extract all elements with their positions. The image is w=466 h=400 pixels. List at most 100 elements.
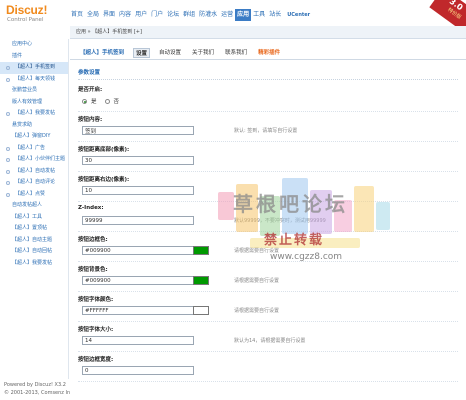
topnav-item[interactable]: 全局	[85, 9, 101, 21]
sidebar-item[interactable]: 版人有效管理	[0, 97, 68, 109]
sidebar-item-label: 【超人】我要发帖	[12, 259, 53, 266]
copyright: © 2001-2013, Comsenz Inc.	[4, 390, 75, 396]
field-label: 按钮内容:	[78, 117, 103, 123]
sidebar-item-label: 【超人】小伙伴们主题	[15, 156, 66, 162]
sidebar-item[interactable]: 插件	[0, 51, 68, 63]
field-input[interactable]	[82, 156, 194, 165]
field-row	[78, 156, 458, 166]
tab[interactable]: 关于我们	[190, 48, 216, 58]
sidebar-item-label: 悬赏求助	[12, 121, 33, 128]
watermark-url: www.cgzz8.com	[270, 252, 343, 262]
sidebar-item-label: 【超人】弹窗DIY	[12, 133, 51, 139]
sidebar-item[interactable]: 【超人】点赞	[0, 189, 68, 201]
main-content: 应用 » 【超人】手机签到 [+] 【超人】手机签到 设置 自动设置 关于我们 联系我…	[70, 26, 466, 400]
section-title: 参数设置	[78, 69, 458, 80]
tab[interactable]: 联系我们	[223, 48, 249, 58]
field-label: 按钮距离底部(像素):	[78, 147, 130, 153]
topnav-item[interactable]: 界面	[101, 9, 117, 21]
field-input[interactable]	[82, 246, 194, 255]
tab[interactable]: 精彩插件	[256, 48, 282, 58]
sidebar-item-label: 【超人】自动回帖	[12, 248, 53, 254]
sidebar-item[interactable]: 【超人】自动回帖	[0, 246, 68, 258]
field-input[interactable]	[82, 306, 194, 315]
topnav-item[interactable]: 首页	[69, 9, 85, 21]
topnav-item[interactable]: 应用	[235, 9, 252, 21]
sidebar-item[interactable]: 【超人】自动评论	[0, 177, 68, 189]
topnav-item[interactable]: UCenter	[283, 9, 312, 21]
enable-radio-group: 是 否	[82, 97, 458, 105]
tab[interactable]: 设置	[133, 47, 151, 58]
sidebar-item-label: 【超人】工具	[12, 213, 43, 220]
field-divider	[78, 321, 458, 322]
field-input[interactable]	[82, 186, 194, 195]
sidebar-item[interactable]: 张鹏营业员	[0, 85, 68, 97]
sidebar-footer: Powered by Discuz! X3.2 © 2001-2013, Com…	[4, 381, 75, 397]
sub-item-icon	[6, 146, 10, 151]
enable-no-label: 否	[113, 99, 120, 105]
sidebar-item-label: 应用中心	[12, 41, 33, 47]
field-hint: 默认: 签到，请填写自行设置	[234, 128, 298, 134]
field-input[interactable]	[82, 366, 194, 375]
field-input[interactable]	[82, 216, 194, 225]
topnav-item[interactable]: 运营	[219, 9, 235, 21]
logo: Discuz!	[6, 3, 48, 17]
sidebar-item[interactable]: 自动发帖超人	[0, 200, 68, 212]
sidebar-item[interactable]: 【超人】广告	[0, 143, 68, 155]
sub-item-icon	[6, 181, 10, 185]
topnav-item[interactable]: 门户	[149, 9, 165, 21]
topnav-item[interactable]: 工具	[251, 9, 267, 21]
field-input[interactable]	[82, 276, 194, 285]
enable-label: 是否开启:	[78, 87, 103, 93]
watermark-title: 草根吧论坛	[233, 192, 348, 216]
field-input[interactable]	[82, 126, 194, 135]
sidebar-item[interactable]: 【超人】自动主题	[0, 235, 68, 247]
sidebar-item[interactable]: 【超人】我要发帖	[0, 108, 68, 120]
sidebar-item-label: 【超人】点赞	[15, 190, 46, 197]
enable-no-radio[interactable]	[104, 98, 110, 104]
sidebar-item[interactable]: 【超人】弹窗DIY	[0, 131, 68, 143]
field-row	[78, 366, 458, 376]
sidebar-item-label: 版人有效管理	[12, 98, 43, 105]
sidebar-item[interactable]: 【超人】自动发帖	[0, 166, 68, 178]
logo-subtitle: Control Panel	[7, 17, 44, 23]
sidebar-item-label: 自动发帖超人	[12, 202, 43, 208]
sidebar-item-label: 张鹏营业员	[12, 87, 38, 93]
sidebar-item[interactable]: 【超人】每天领钱	[0, 74, 68, 86]
sub-item-icon	[6, 192, 10, 197]
breadcrumb[interactable]: 应用 » 【超人】手机签到 [+]	[70, 26, 466, 39]
plugin-title: 【超人】手机签到	[80, 49, 125, 56]
sidebar-item[interactable]: 悬赏求助	[0, 120, 68, 132]
sidebar-item[interactable]: 【超人】工具	[0, 212, 68, 224]
enable-yes-radio[interactable]	[82, 98, 87, 104]
sub-item-icon	[6, 112, 10, 116]
color-picker-swatch[interactable]	[193, 306, 209, 315]
field-divider	[78, 381, 458, 382]
sidebar-item[interactable]: 应用中心	[0, 39, 68, 51]
form-field: 按钮内容: 默认: 签到，请填写自行设置	[78, 115, 458, 136]
sidebar-item-label: 【超人】每天领钱	[15, 75, 56, 82]
topnav-item[interactable]: 论坛	[165, 9, 181, 21]
topnav-item[interactable]: 内容	[117, 9, 133, 21]
sidebar-item-label: 【超人】自动评论	[15, 179, 56, 185]
field-row: 默认: 签到，请填写自行设置	[78, 126, 458, 136]
sidebar-item-label: 【超人】自动主题	[12, 236, 53, 243]
topnav-item[interactable]: 用户	[133, 9, 149, 21]
admin-control-panel: Discuz! Control Panel 首页 全局 界面 内容 用户 门户 论坛 群组 防灌…	[0, 0, 466, 400]
field-label: 按钮边框宽度:	[78, 357, 114, 363]
field-divider	[78, 351, 458, 352]
topnav-item[interactable]: 防灌水	[197, 9, 219, 21]
sidebar-item-label: 插件	[12, 52, 23, 59]
field-divider	[78, 141, 458, 142]
tab[interactable]: 自动设置	[157, 48, 183, 58]
sidebar-item[interactable]: 【超人】置顶帖	[0, 223, 68, 235]
field-divider	[78, 111, 458, 112]
sidebar-item[interactable]: 【超人】手机签到	[0, 62, 68, 74]
sidebar-item[interactable]: 【超人】小伙伴们主题	[0, 154, 68, 166]
sidebar-item[interactable]: 【超人】我要发帖	[0, 258, 68, 270]
enable-yes-label: 是	[91, 99, 97, 105]
field-input[interactable]	[82, 336, 194, 345]
field-row: 请根据需要自行设置	[78, 306, 458, 316]
topnav-item[interactable]: 群组	[181, 9, 197, 21]
sidebar-item-label: 【超人】我要发帖	[15, 110, 56, 116]
topnav-item[interactable]: 站长	[267, 9, 283, 21]
